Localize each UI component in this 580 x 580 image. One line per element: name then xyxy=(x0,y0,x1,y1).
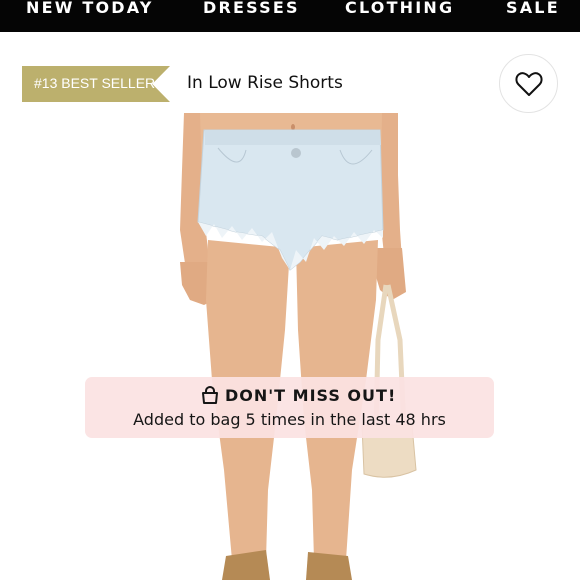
best-seller-label: #13 BEST SELLER xyxy=(34,75,156,91)
nav-sale[interactable]: SALE xyxy=(506,0,560,18)
model-left-boot xyxy=(222,550,270,580)
urgency-message: Added to bag 5 times in the last 48 hrs xyxy=(133,410,446,429)
model-right-boot xyxy=(306,552,352,580)
product-image[interactable] xyxy=(0,113,580,580)
wishlist-button[interactable] xyxy=(499,54,558,113)
shopping-bag-icon xyxy=(202,385,218,404)
nav-dresses[interactable]: DRESSES xyxy=(203,0,300,18)
urgency-banner: DON'T MISS OUT! Added to bag 5 times in … xyxy=(85,377,494,438)
model-navel xyxy=(291,124,295,130)
urgency-title: DON'T MISS OUT! xyxy=(225,386,397,405)
nav-new-today[interactable]: NEW TODAY xyxy=(26,0,154,18)
nav-clothing[interactable]: CLOTHING xyxy=(345,0,454,18)
product-page: NEW TODAY DRESSES CLOTHING SALE #13 BEST… xyxy=(0,0,580,580)
shorts-waistband xyxy=(205,130,381,145)
heart-icon xyxy=(514,71,543,96)
best-seller-badge[interactable]: #13 BEST SELLER xyxy=(22,66,170,102)
category-link[interactable]: In Low Rise Shorts xyxy=(187,73,343,93)
shorts-button xyxy=(291,148,301,158)
top-navigation: NEW TODAY DRESSES CLOTHING SALE xyxy=(0,0,580,32)
